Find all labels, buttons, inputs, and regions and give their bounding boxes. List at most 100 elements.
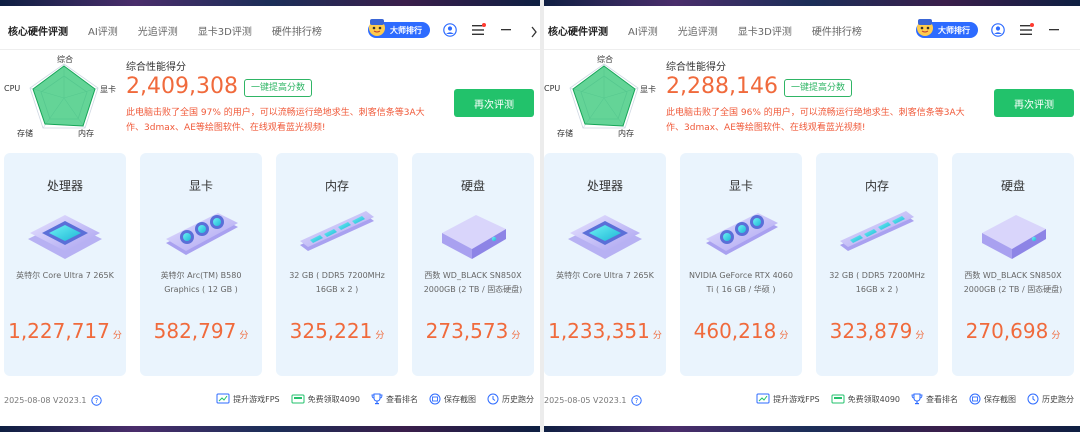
card-score-value: 325,221 [289,319,373,343]
card-score-value: 460,218 [693,319,777,343]
footer-actions: 提升游戏FPS 免费领取4090 查看排名 保存截图 历史跑分 [216,393,534,405]
retest-button[interactable]: 再次评测 [994,89,1074,117]
radar-label-cpu: CPU [4,84,21,93]
menu-icon[interactable] [470,22,486,38]
card-gpu[interactable]: 显卡 NVIDIA GeForce RTX 4060 Ti ( 16 GB / … [680,153,802,376]
tab-gpu-3d[interactable]: 显卡3D评测 [738,23,792,38]
retest-button[interactable]: 再次评测 [454,89,534,117]
tab-ai[interactable]: AI评测 [628,23,658,38]
disk-drive-icon [442,215,506,259]
tab-ai[interactable]: AI评测 [88,23,118,38]
boost-fps-link[interactable]: 提升游戏FPS [216,393,280,405]
card-title: 显卡 [188,179,213,193]
history-clock-icon [487,393,499,405]
card-memory[interactable]: 内存 32 GB ( DDR5 7200MHz 16GB x 2 ) 325,2… [276,153,398,376]
footer-bar: 2025-08-08 V2023.1 ? 提升游戏FPS 免费领取4090 查看… [0,390,540,412]
save-screenshot-link[interactable]: 保存截图 [969,393,1016,405]
card-cpu[interactable]: 处理器 英特尔 Core Ultra 7 265K 1,233,351 分 [544,153,666,376]
card-disk[interactable]: 硬盘 西数 WD_BLACK SN850X 2000GB (2 TB / 固态硬… [952,153,1074,376]
footer-actions: 提升游戏FPS 免费领取4090 查看排名 保存截图 历史跑分 [756,393,1074,405]
score-unit: 分 [1051,331,1061,341]
score-unit: 分 [375,331,385,341]
master-ranking-button[interactable]: 大师排行 [368,19,430,38]
fps-icon [216,393,230,404]
master-ranking-button[interactable]: 大师排行 [916,19,978,38]
boost-score-button[interactable]: 一键提高分数 [784,79,853,97]
trophy-icon [911,393,923,405]
help-icon[interactable]: ? [90,395,102,406]
memory-stick-icon [300,211,374,251]
help-icon[interactable]: ? [630,395,642,406]
card-title: 硬盘 [1000,179,1025,193]
view-ranking-link[interactable]: 查看排名 [911,393,958,405]
memory-stick-icon [840,211,914,251]
card-score: 325,221 分 [276,319,398,343]
free-4090-link[interactable]: 免费领取4090 [831,393,900,405]
radar-label-storage: 存储 [557,129,573,138]
card-score: 273,573 分 [412,319,534,343]
gift-card-icon [831,394,845,404]
radar-label-gpu: 显卡 [640,85,656,94]
score-unit: 分 [112,331,122,341]
score-description: 此电脑击败了全国 96% 的用户，可以流畅运行绝地求生、刺客信条等3A大作、3d… [666,108,965,133]
score-unit: 分 [652,331,662,341]
card-description: 英特尔 Core Ultra 7 265K [16,271,114,280]
header-bar: 核心硬件评测 AI评测 光追评测 显卡3D评测 硬件排行榜 大师排行 [540,10,1080,50]
radar-label-overall: 综合 [57,55,73,64]
card-score-value: 1,227,717 [8,319,110,343]
card-memory[interactable]: 内存 32 GB ( DDR5 7200MHz 16GB x 2 ) 323,8… [816,153,938,376]
score-unit: 分 [239,331,249,341]
radar-label-overall: 综合 [597,55,613,64]
tab-core-hardware[interactable]: 核心硬件评测 [548,23,608,38]
menu-icon[interactable] [1018,22,1034,38]
tab-bar: 核心硬件评测 AI评测 光追评测 显卡3D评测 硬件排行榜 [548,10,862,50]
panel-divider [540,0,544,432]
radar-area [572,65,636,127]
card-cpu[interactable]: 处理器 英特尔 Core Ultra 7 265K 1,227,717 分 [4,153,126,376]
history-scores-link[interactable]: 历史跑分 [1027,393,1074,405]
card-score: 460,218 分 [680,319,802,343]
tab-hardware-ranking[interactable]: 硬件排行榜 [812,23,862,38]
minimize-icon[interactable] [498,22,514,38]
boost-fps-link[interactable]: 提升游戏FPS [756,393,820,405]
free-4090-link[interactable]: 免费领取4090 [291,393,360,405]
notification-dot [482,23,486,27]
card-description: 西数 WD_BLACK SN850X 2000GB (2 TB / 固态硬盘) [423,271,523,294]
tab-core-hardware[interactable]: 核心硬件评测 [8,23,68,38]
gpu-card-icon [706,213,778,255]
disk-drive-icon [982,215,1046,259]
score-title: 综合性能得分 [126,62,186,73]
card-score: 1,227,717 分 [4,319,126,343]
tab-bar: 核心硬件评测 AI评测 光追评测 显卡3D评测 硬件排行榜 [8,10,322,50]
gpu-card-icon [166,213,238,255]
radar-label-cpu: CPU [544,84,561,93]
benchmark-panel-1: 核心硬件评测 AI评测 光追评测 显卡3D评测 硬件排行榜 大师排行 综合 显卡… [0,0,540,432]
card-score: 582,797 分 [140,319,262,343]
user-icon[interactable] [990,22,1006,38]
tab-gpu-3d[interactable]: 显卡3D评测 [198,23,252,38]
version-info: 2025-08-05 V2023.1 ? [544,395,642,406]
tab-raytracing[interactable]: 光追评测 [138,23,178,38]
history-scores-link[interactable]: 历史跑分 [487,393,534,405]
boost-score-button[interactable]: 一键提高分数 [244,79,313,97]
card-disk[interactable]: 硬盘 西数 WD_BLACK SN850X 2000GB (2 TB / 固态硬… [412,153,534,376]
card-title: 显卡 [728,179,753,193]
score-unit: 分 [511,331,521,341]
gift-card-icon [291,394,305,404]
save-screenshot-link[interactable]: 保存截图 [429,393,476,405]
minimize-icon[interactable] [1046,22,1062,38]
score-unit: 分 [915,331,925,341]
header-bar: 核心硬件评测 AI评测 光追评测 显卡3D评测 硬件排行榜 大师排行 [0,10,540,50]
header-actions: 大师排行 [368,10,514,50]
user-icon[interactable] [442,22,458,38]
card-description: 英特尔 Arc(TM) B580 Graphics ( 12 GB ) [160,271,242,294]
card-score-value: 323,879 [829,319,913,343]
next-arrow-icon[interactable] [530,23,538,42]
card-gpu[interactable]: 显卡 英特尔 Arc(TM) B580 Graphics ( 12 GB ) 5… [140,153,262,376]
card-title: 硬盘 [460,179,485,193]
screenshot-icon [969,393,981,405]
score-title: 综合性能得分 [666,62,726,73]
tab-raytracing[interactable]: 光追评测 [678,23,718,38]
tab-hardware-ranking[interactable]: 硬件排行榜 [272,23,322,38]
view-ranking-link[interactable]: 查看排名 [371,393,418,405]
